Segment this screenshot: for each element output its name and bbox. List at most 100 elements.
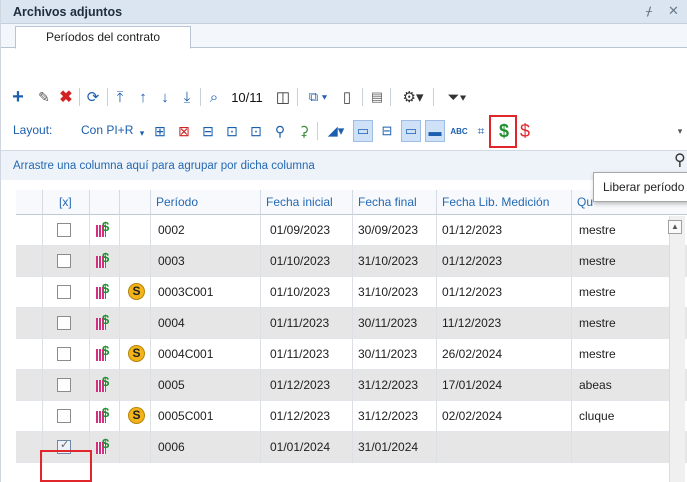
- table-row[interactable]: 000601/01/202431/01/2024 $: [16, 432, 687, 463]
- freeze-column-icon[interactable]: ⚳: [295, 120, 313, 142]
- fecha-final-cell[interactable]: 31/12/2023: [353, 401, 437, 432]
- fecha-final-cell[interactable]: 30/11/2023: [353, 308, 437, 339]
- fecha-inicial-cell[interactable]: 01/10/2023: [261, 277, 353, 308]
- collapse-icon[interactable]: ⊟: [199, 120, 217, 142]
- search-icon[interactable]: ⌕: [204, 86, 224, 108]
- column-header-check[interactable]: [x]: [43, 190, 90, 215]
- fecha-lib-cell[interactable]: 01/12/2023: [437, 215, 572, 246]
- table-row[interactable]: 0002 01/09/2023 30/09/2023 01/12/2023 mestre…: [16, 215, 687, 246]
- column-header-fecha-inicial[interactable]: Fecha inicial: [261, 190, 353, 215]
- row-checkbox[interactable]: [57, 254, 71, 268]
- row-indicator-cell[interactable]: [16, 401, 43, 432]
- column-header-fecha-final[interactable]: Fecha final: [353, 190, 437, 215]
- close-icon[interactable]: ✕: [668, 3, 679, 19]
- periodo-cell[interactable]: 0004C001: [151, 339, 261, 370]
- unlock-period-icon[interactable]: $: [515, 120, 535, 142]
- fecha-final-cell[interactable]: 30/09/2023: [353, 215, 437, 246]
- periodo-cell[interactable]: 0006: [151, 432, 261, 463]
- move-up-icon[interactable]: ↑: [134, 86, 152, 108]
- overflow-chevron-icon[interactable]: ▾: [674, 120, 686, 142]
- fecha-lib-cell[interactable]: 01/12/2023: [437, 277, 572, 308]
- pin-column-icon[interactable]: ⚲: [271, 120, 289, 142]
- fecha-lib-cell[interactable]: 02/02/2024: [437, 401, 572, 432]
- fecha-final-cell[interactable]: 30/11/2023: [353, 339, 437, 370]
- scroll-up-icon[interactable]: ▲: [668, 220, 682, 234]
- fecha-lib-cell[interactable]: 01/12/2023: [437, 246, 572, 277]
- row-down-icon[interactable]: ⊡: [247, 120, 265, 142]
- chevron-down-icon[interactable]: ▾: [137, 122, 147, 144]
- fecha-inicial-cell[interactable]: 01/11/2023: [261, 339, 353, 370]
- row-indicator-cell[interactable]: [16, 277, 43, 308]
- view-compact-icon[interactable]: ▬: [425, 120, 445, 142]
- view-split-icon[interactable]: ⊟: [377, 120, 397, 142]
- row-checkbox[interactable]: [57, 347, 71, 361]
- add-icon[interactable]: +: [9, 86, 27, 108]
- table-row[interactable]: 0004C001 01/11/2023 30/11/2023 26/02/2024 me…: [16, 339, 687, 370]
- move-first-icon[interactable]: ⤒: [111, 86, 129, 108]
- row-checkbox[interactable]: [57, 285, 71, 299]
- fecha-inicial-cell[interactable]: 01/09/2023: [261, 215, 353, 246]
- row-checkbox[interactable]: [57, 316, 71, 330]
- fecha-final-cell[interactable]: 31/12/2023: [353, 370, 437, 401]
- abc-icon[interactable]: ABC: [449, 120, 469, 142]
- move-down-icon[interactable]: ↓: [156, 86, 174, 108]
- layout-select[interactable]: Con PI+R: [81, 123, 133, 137]
- fecha-inicial-cell[interactable]: 01/11/2023: [261, 308, 353, 339]
- group-by-area[interactable]: Arrastre una columna aquí para agrupar p…: [1, 150, 687, 180]
- fecha-final-cell[interactable]: 31/10/2023: [353, 277, 437, 308]
- fecha-lib-cell[interactable]: 26/02/2024: [437, 339, 572, 370]
- report-icon[interactable]: ▤: [368, 86, 386, 108]
- periodo-cell[interactable]: 0005C001: [151, 401, 261, 432]
- fecha-lib-cell[interactable]: 11/12/2023: [437, 308, 572, 339]
- row-indicator-cell[interactable]: [16, 215, 43, 246]
- periodo-cell[interactable]: 0003C001: [151, 277, 261, 308]
- coin-icon-cell[interactable]: [120, 432, 151, 463]
- row-indicator-cell[interactable]: [16, 432, 43, 463]
- document-icon[interactable]: ▯: [338, 86, 356, 108]
- row-up-icon[interactable]: ⊡: [223, 120, 241, 142]
- row-checkbox[interactable]: [57, 223, 71, 237]
- fecha-inicial-cell[interactable]: 01/10/2023: [261, 246, 353, 277]
- fecha-final-cell[interactable]: 31/01/2024: [353, 432, 437, 463]
- column-header-icon1[interactable]: [90, 190, 120, 215]
- fecha-inicial-cell[interactable]: 01/12/2023: [261, 401, 353, 432]
- add-column-icon[interactable]: ⊞: [151, 120, 169, 142]
- row-checkbox[interactable]: [57, 409, 71, 423]
- column-header-fecha-lib[interactable]: Fecha Lib. Medición: [437, 190, 572, 215]
- row-indicator-cell[interactable]: [16, 339, 43, 370]
- move-last-icon[interactable]: ⤓: [178, 86, 196, 108]
- row-indicator-cell[interactable]: [16, 370, 43, 401]
- columns-icon[interactable]: ◫: [273, 86, 293, 108]
- periodo-cell[interactable]: 0004: [151, 308, 261, 339]
- view-top-icon[interactable]: ▭: [401, 120, 421, 142]
- pin-icon[interactable]: ᚋ: [646, 4, 652, 18]
- table-row[interactable]: 0004 01/11/2023 30/11/2023 11/12/2023 mestre…: [16, 308, 687, 339]
- coin-icon-cell[interactable]: [120, 370, 151, 401]
- chart-icon[interactable]: ◢▾: [322, 120, 350, 142]
- fecha-lib-cell[interactable]: [437, 432, 572, 463]
- edit-icon[interactable]: ✎: [35, 86, 53, 108]
- fecha-inicial-cell[interactable]: 01/12/2023: [261, 370, 353, 401]
- fecha-inicial-cell[interactable]: 01/01/2024: [261, 432, 353, 463]
- coin-icon-cell[interactable]: [120, 308, 151, 339]
- table-row[interactable]: 0005 01/12/2023 31/12/2023 17/01/2024 abeas $: [16, 370, 687, 401]
- refresh-icon[interactable]: ⟳: [83, 86, 103, 108]
- table-row[interactable]: 0003 01/10/2023 31/10/2023 01/12/2023 mestre…: [16, 246, 687, 277]
- vertical-scrollbar[interactable]: [669, 216, 685, 482]
- tab-periodos-contrato[interactable]: Períodos del contrato: [15, 26, 191, 49]
- search-icon[interactable]: ⚲: [674, 150, 686, 170]
- periodo-cell[interactable]: 0002: [151, 215, 261, 246]
- export-icon[interactable]: ⧉ ▾: [302, 86, 334, 108]
- coin-icon-cell[interactable]: [120, 246, 151, 277]
- column-header-icon2[interactable]: [120, 190, 151, 215]
- table-row[interactable]: 0005C001 01/12/2023 31/12/2023 02/02/2024 cl…: [16, 401, 687, 432]
- row-indicator-cell[interactable]: [16, 246, 43, 277]
- delete-icon[interactable]: ✖: [57, 86, 75, 108]
- periodo-cell[interactable]: 0003: [151, 246, 261, 277]
- fecha-lib-cell[interactable]: 17/01/2024: [437, 370, 572, 401]
- periodo-cell[interactable]: 0005: [151, 370, 261, 401]
- row-indicator-cell[interactable]: [16, 308, 43, 339]
- remove-column-icon[interactable]: ⊠: [175, 120, 193, 142]
- view-bottom-icon[interactable]: ▭: [353, 120, 373, 142]
- coin-icon-cell[interactable]: [120, 215, 151, 246]
